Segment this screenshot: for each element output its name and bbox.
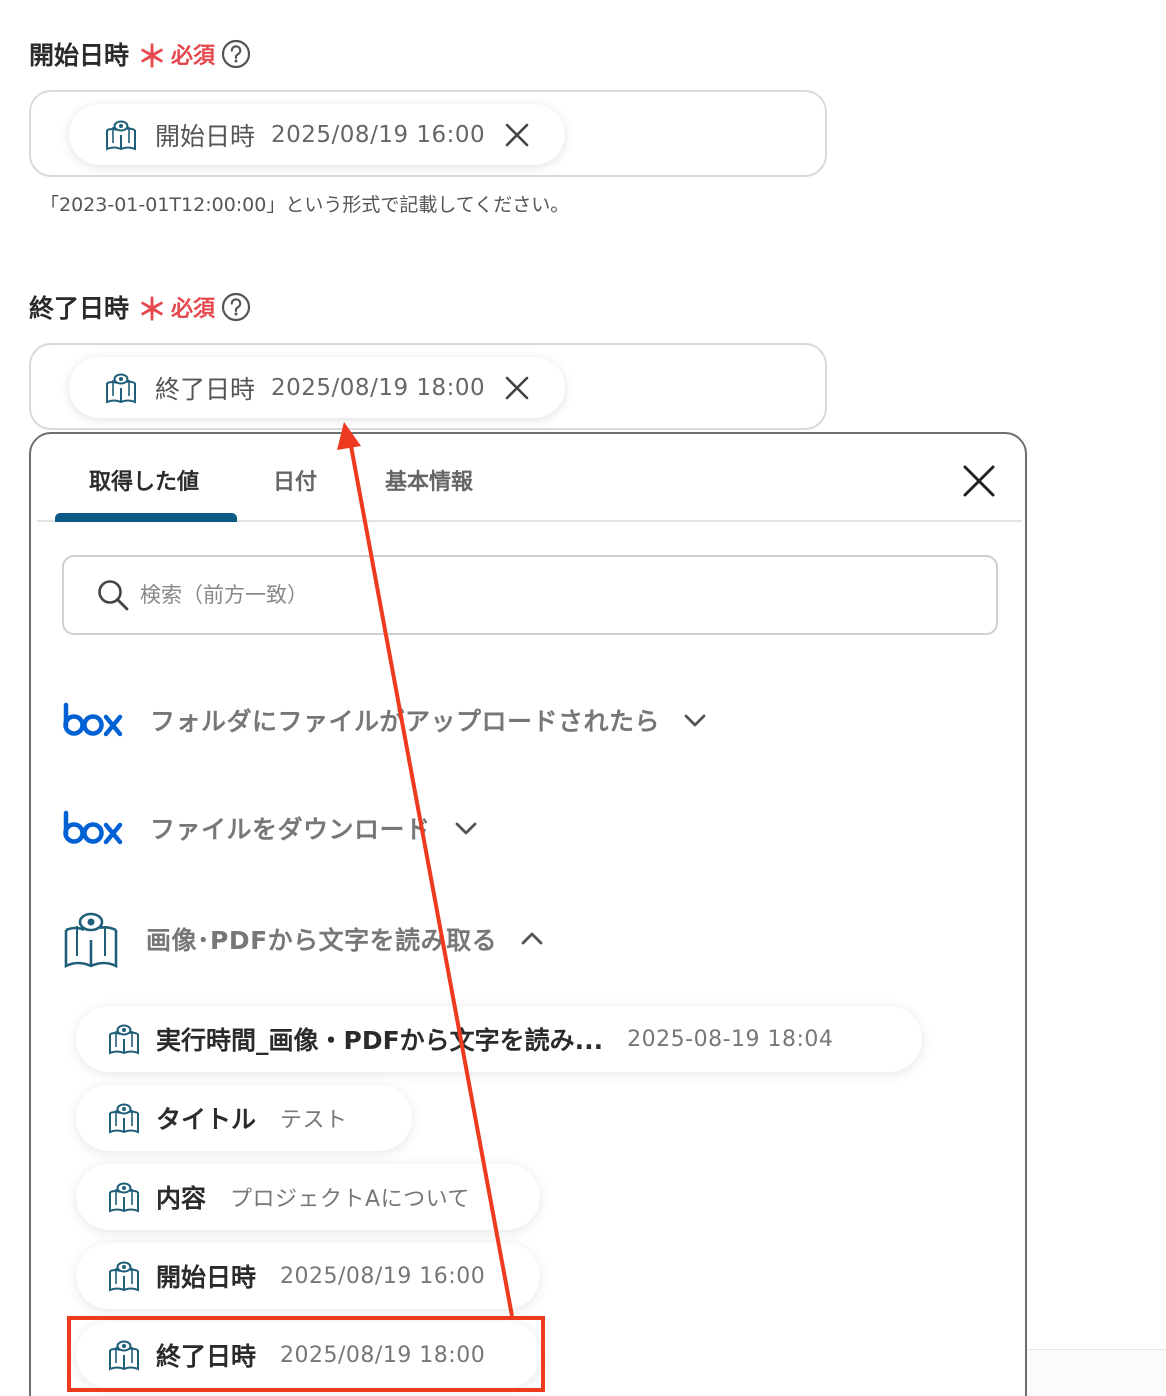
tab-acquired-values[interactable]: 取得した値: [89, 464, 199, 496]
token-name: 終了日時: [155, 374, 256, 404]
ocr-book-icon: [109, 1103, 139, 1134]
active-tab-indicator: [55, 513, 237, 522]
list-item[interactable]: タイトル テスト: [76, 1085, 412, 1151]
ocr-book-icon: [106, 373, 136, 404]
group-box-download[interactable]: ファイルをダウンロード: [62, 810, 479, 846]
group-ocr-read-text[interactable]: 画像･PDFから文字を読み取る: [62, 908, 545, 970]
close-icon[interactable]: [962, 464, 996, 498]
tab-date[interactable]: 日付: [273, 464, 317, 496]
close-icon[interactable]: [503, 121, 531, 149]
start-label-text: 開始日時: [29, 41, 130, 70]
search-box[interactable]: [62, 555, 998, 635]
search-icon: [98, 580, 129, 611]
required-text: 必須: [171, 297, 216, 322]
chevron-down-icon[interactable]: [682, 707, 708, 733]
box-logo-icon: [63, 702, 123, 737]
list-item[interactable]: 内容 プロジェクトAについて: [76, 1164, 540, 1230]
list-item[interactable]: 開始日時 2025/08/19 16:00: [76, 1243, 540, 1309]
group-title: ファイルをダウンロード: [150, 815, 431, 844]
group-box-upload-trigger[interactable]: フォルダにファイルがアップロードされたら: [62, 702, 708, 738]
format-hint: 「2023-01-01T12:00:00」という形式で記載してください。: [40, 194, 570, 216]
item-value: 2025-08-19 18:04: [627, 1026, 834, 1052]
group-title: 画像･PDFから文字を読み取る: [146, 926, 498, 955]
chevron-up-icon[interactable]: [519, 926, 545, 952]
group-title: フォルダにファイルがアップロードされたら: [150, 707, 661, 736]
variable-picker-panel: 取得した値 日付 基本情報 フォルダにファイルがアップロードされたら: [29, 432, 1027, 1396]
help-icon[interactable]: [221, 39, 251, 69]
start-datetime-input[interactable]: 開始日時 2025/08/19 16:00: [29, 90, 827, 177]
start-datetime-label: 開始日時 ＊ 必須: [29, 36, 251, 75]
item-value: テスト: [280, 1108, 348, 1133]
ocr-book-icon: [64, 912, 118, 969]
end-datetime-input[interactable]: 終了日時 2025/08/19 18:00: [29, 343, 827, 430]
required-text: 必須: [171, 44, 216, 69]
ocr-book-icon: [109, 1261, 139, 1292]
ocr-book-icon: [109, 1182, 139, 1213]
required-asterisk: ＊: [137, 293, 168, 328]
item-name: タイトル: [156, 1105, 257, 1134]
ocr-book-icon: [109, 1024, 139, 1055]
end-datetime-token[interactable]: 終了日時 2025/08/19 18:00: [69, 357, 565, 418]
token-value: 2025/08/19 16:00: [271, 121, 486, 148]
box-logo-icon: [63, 810, 123, 845]
end-label-text: 終了日時: [29, 294, 130, 323]
list-item[interactable]: 実行時間_画像・PDFから文字を読み... 2025-08-19 18:04: [76, 1006, 922, 1072]
chevron-down-icon[interactable]: [453, 815, 479, 841]
start-datetime-token[interactable]: 開始日時 2025/08/19 16:00: [69, 104, 565, 165]
search-input[interactable]: [140, 583, 840, 607]
token-value: 2025/08/19 18:00: [271, 374, 486, 401]
item-value: プロジェクトAについて: [230, 1187, 470, 1212]
ocr-book-icon: [106, 120, 136, 151]
tab-bar: 取得した値 日付 基本情報: [37, 434, 1022, 522]
item-value: 2025/08/19 16:00: [280, 1263, 486, 1289]
item-name: 内容: [156, 1184, 207, 1213]
token-name: 開始日時: [155, 121, 256, 151]
highlight-box: [67, 1316, 545, 1392]
help-icon[interactable]: [221, 292, 251, 322]
end-datetime-label: 終了日時 ＊ 必須: [29, 289, 251, 328]
item-name: 実行時間_画像・PDFから文字を読み...: [156, 1026, 604, 1055]
required-asterisk: ＊: [137, 40, 168, 75]
background-strip: [1027, 1349, 1166, 1396]
close-icon[interactable]: [503, 374, 531, 402]
tab-basic-info[interactable]: 基本情報: [385, 464, 473, 496]
item-name: 開始日時: [156, 1263, 257, 1292]
